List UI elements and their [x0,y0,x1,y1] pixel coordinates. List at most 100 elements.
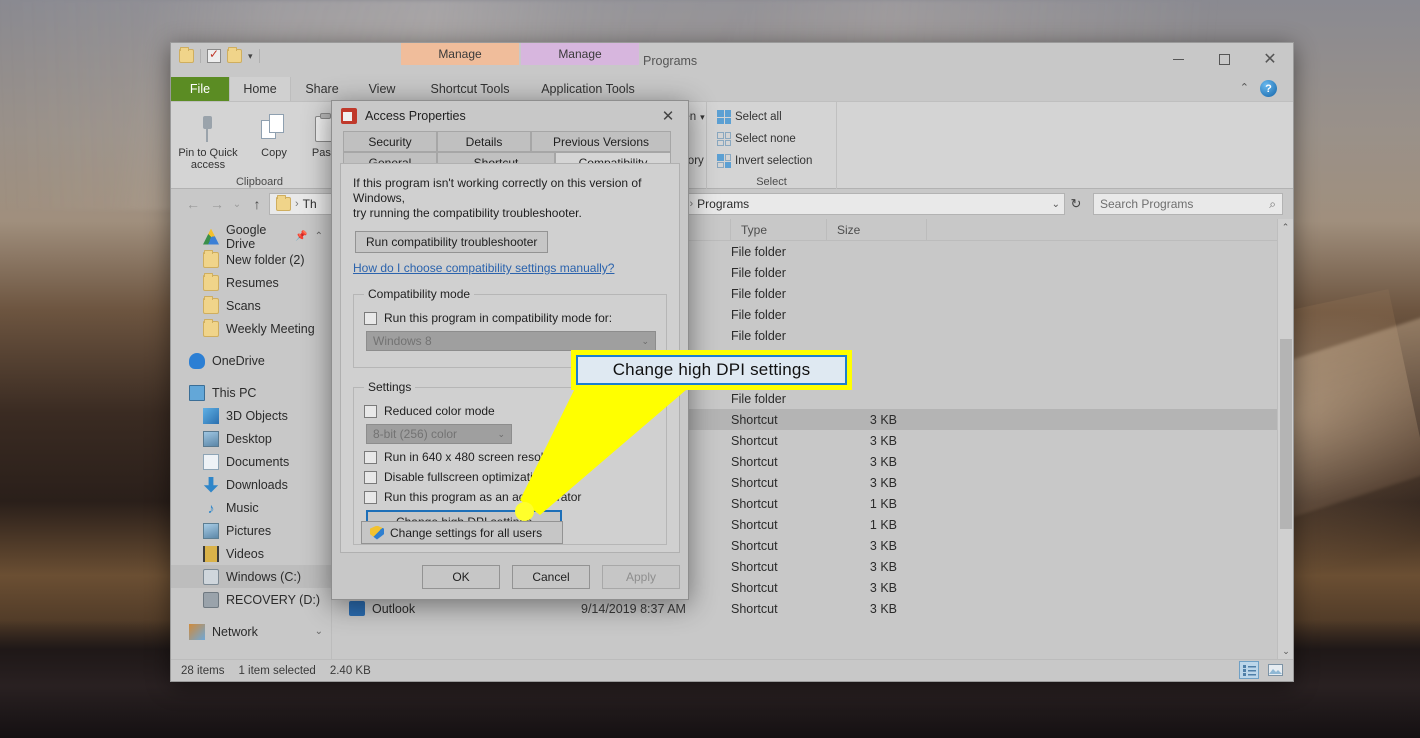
tab-home[interactable]: Home [229,77,291,101]
run-compatibility-troubleshooter-button[interactable]: Run compatibility troubleshooter [355,231,549,253]
pictures-icon [203,522,219,539]
sidebar-item-label: Network [212,624,258,639]
sidebar-item-music[interactable]: ♪ Music [171,496,331,519]
search-input[interactable]: Search Programs ⌕ [1093,193,1283,215]
column-header-size[interactable]: Size [827,218,927,241]
change-settings-for-all-users-button[interactable]: Change settings for all users [361,521,563,544]
dialog-close-button[interactable]: ✕ [648,101,688,131]
callout-highlight: Change high DPI settings [571,350,852,390]
sidebar-item-scans[interactable]: Scans [171,294,331,317]
sidebar-item-google-drive[interactable]: Google Drive 📌 ⌃ [171,223,331,251]
compatibility-mode-select[interactable]: Windows 8 ⌄ [366,331,656,351]
quick-access-toolbar[interactable]: ▾ [179,47,260,63]
tab-security[interactable]: Security [343,131,437,152]
recent-locations-button[interactable]: ⌄ [229,193,245,215]
file-size: 3 KB [869,454,897,469]
breadcrumb-item-thispc[interactable]: Th [303,197,317,211]
dialog-footer: OK Cancel Apply [422,565,680,589]
tab-file[interactable]: File [171,77,229,101]
chevron-down-icon[interactable]: ▾ [248,49,253,63]
up-button[interactable]: ↑ [245,193,269,215]
scroll-down-icon[interactable]: ⌄ [1278,643,1294,659]
fullscreen-optimizations-checkbox[interactable] [364,470,377,484]
help-icon[interactable]: ? [1260,80,1277,97]
ok-button[interactable]: OK [422,565,500,589]
tab-view[interactable]: View [353,77,411,101]
chevron-down-icon[interactable]: ⌄ [315,626,323,637]
scroll-up-icon[interactable]: ⌃ [1278,219,1293,235]
sidebar-item-documents[interactable]: Documents [171,450,331,473]
tab-details[interactable]: Details [437,131,531,152]
sidebar-item-recovery-d[interactable]: RECOVERY (D:) [171,588,331,611]
sidebar-item-3d-objects[interactable]: 3D Objects [171,404,331,427]
breadcrumb-separator: › [295,198,299,210]
screen-resolution-row[interactable]: Run in 640 x 480 screen resolution [364,450,656,464]
contextual-tab-header-shortcut: Manage [401,43,519,65]
vertical-scrollbar[interactable]: ⌃ ⌄ [1277,219,1293,659]
folder-icon[interactable] [227,47,242,63]
sidebar-item-this-pc[interactable]: This PC [171,381,331,404]
run-as-administrator-row[interactable]: Run this program as an administrator [364,490,656,504]
fullscreen-optimizations-row[interactable]: Disable fullscreen optimizations [364,470,656,484]
collapse-ribbon-icon[interactable]: ⌃ [1240,81,1249,94]
refresh-icon[interactable]: ↻ [1065,193,1087,215]
table-row[interactable]: Outlook 9/14/2019 8:37 AM Shortcut 3 KB [335,598,1293,619]
folder-icon [276,195,291,211]
downloads-icon [203,476,219,493]
sidebar-item-label: RECOVERY (D:) [226,592,321,607]
chevron-down-icon[interactable]: ▾ [700,112,705,123]
invert-selection-button[interactable]: Invert selection [717,152,812,170]
select-all-button[interactable]: Select all [717,108,782,126]
run-as-administrator-checkbox[interactable] [364,490,377,504]
compatibility-mode-checkbox[interactable] [364,311,377,325]
folder-icon [203,272,219,291]
sidebar-item-weekly-meeting[interactable]: Weekly Meeting [171,317,331,340]
sidebar-item-onedrive[interactable]: OneDrive [171,349,331,372]
sidebar-item-network[interactable]: Network ⌄ [171,620,331,643]
column-header-type[interactable]: Type [731,218,827,241]
details-view-icon[interactable] [1239,661,1259,679]
tab-previous-versions[interactable]: Previous Versions [531,131,671,152]
tab-shortcut-tools[interactable]: Shortcut Tools [411,77,529,101]
breadcrumb-separator: › [689,198,694,210]
sidebar-item-label: 3D Objects [226,408,288,423]
chevron-up-icon[interactable]: ⌃ [315,231,323,242]
minimize-button[interactable] [1155,43,1201,75]
select-none-button[interactable]: Select none [717,130,796,148]
sidebar-item-downloads[interactable]: Downloads [171,473,331,496]
compatibility-help-link[interactable]: How do I choose compatibility settings m… [353,261,667,275]
screen-resolution-checkbox[interactable] [364,450,377,464]
tab-application-tools[interactable]: Application Tools [529,77,647,101]
properties-checkbox-icon[interactable] [207,47,221,63]
sidebar-item-pictures[interactable]: Pictures [171,519,331,542]
breadcrumb-item-programs[interactable]: Programs [697,197,749,211]
cancel-button[interactable]: Cancel [512,565,590,589]
color-depth-select[interactable]: 8-bit (256) color ⌄ [366,424,512,444]
sidebar-item-label: Resumes [226,275,279,290]
dialog-intro-text: If this program isn't working correctly … [353,176,667,221]
close-button[interactable]: ✕ [1247,43,1293,75]
sidebar-item-videos[interactable]: Videos [171,542,331,565]
selected-value: Windows 8 [373,334,432,348]
sidebar-item-label: Music [226,500,259,515]
large-icons-view-icon[interactable] [1265,661,1285,679]
sidebar-item-desktop[interactable]: Desktop [171,427,331,450]
back-button[interactable]: ← [181,193,205,215]
sidebar-item-windows-c[interactable]: Windows (C:) [171,565,331,588]
file-type: File folder [731,265,786,280]
maximize-button[interactable] [1201,43,1247,75]
pin-to-quick-access-button[interactable]: Pin to Quick access [177,108,239,171]
chevron-down-icon[interactable]: ⌄ [1052,199,1060,210]
file-size: 3 KB [869,475,897,490]
scrollbar-thumb[interactable] [1280,339,1292,529]
compatibility-mode-checkbox-row[interactable]: Run this program in compatibility mode f… [364,311,656,325]
new-folder-icon[interactable] [179,47,194,63]
sidebar-item-resumes[interactable]: Resumes [171,271,331,294]
reduced-color-mode-checkbox[interactable] [364,404,377,418]
sidebar-item-new-folder-2[interactable]: New folder (2) [171,248,331,271]
select-none-icon [717,132,731,146]
tab-share[interactable]: Share [291,77,353,101]
reduced-color-mode-row[interactable]: Reduced color mode [364,404,656,418]
music-icon: ♪ [207,499,215,516]
forward-button[interactable]: → [205,193,229,215]
